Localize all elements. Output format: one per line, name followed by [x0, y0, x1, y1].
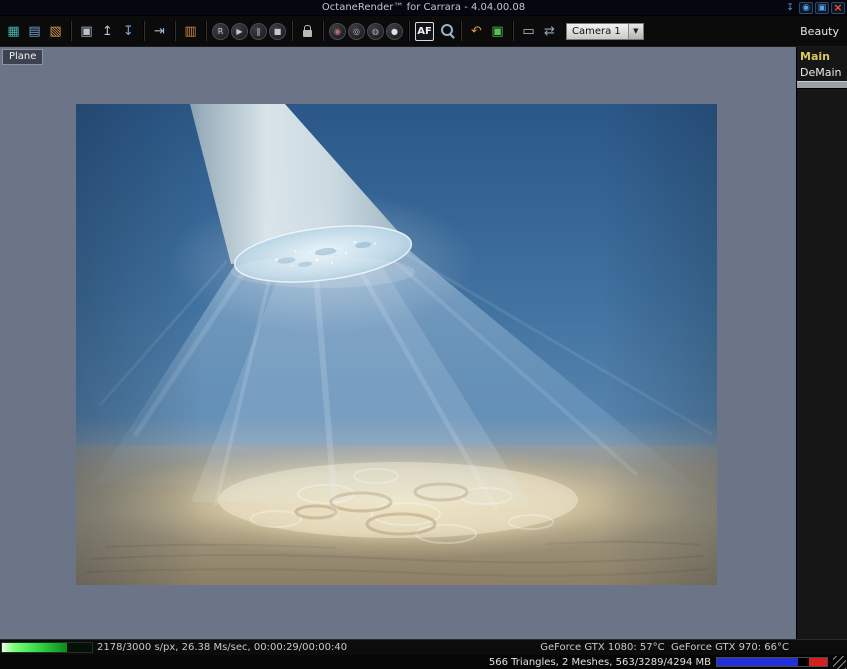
- render-progress-fill: [2, 643, 68, 652]
- gpu-temperature-text: GeForce GTX 1080: 57°C GeForce GTX 970: …: [540, 642, 789, 653]
- undo-icon[interactable]: ↶: [467, 22, 486, 41]
- chevron-down-icon[interactable]: ▼: [627, 23, 643, 39]
- export-scene-icon[interactable]: ⇥: [150, 22, 169, 41]
- mesh-stats-text: 566 Triangles, 2 Meshes, 563/3289/4294 M…: [488, 656, 711, 668]
- mag-glyph: [440, 24, 453, 36]
- material-library-icon[interactable]: ▥: [181, 22, 200, 41]
- window-controls: ↧ ◉ ▣ ×: [783, 1, 847, 14]
- camera-select[interactable]: Camera 1 ▼: [566, 22, 644, 40]
- close-icon[interactable]: ×: [831, 1, 845, 14]
- save-render-icon[interactable]: ▦: [4, 22, 23, 41]
- toolbar-separator: [174, 21, 176, 41]
- octane-render-window: OctaneRender™ for Carrara - 4.04.00.08 ↧…: [0, 0, 847, 669]
- stop-button[interactable]: ■: [269, 22, 286, 40]
- statusbar-memory: 566 Triangles, 2 Meshes, 563/3289/4294 M…: [0, 655, 847, 669]
- lock-resolution-icon[interactable]: [298, 22, 317, 41]
- toolbar: ▦ ▤ ▧ ▣ ↥ ↧ ⇥ ▥ R ▶ ‖ ■ ◉ ◎ ◍ ● AF ↶ ▣ ▭ ⇄ Camera 1 ▼ Beauty: [0, 16, 847, 47]
- statusbar-render: 2178/3000 s/px, 26.38 Ms/sec, 00:00:29/0…: [0, 639, 847, 655]
- toolbar-separator: [408, 21, 410, 41]
- reset-view-icon[interactable]: ⇄: [540, 22, 559, 41]
- toolbar-separator: [322, 21, 324, 41]
- copy-image-icon[interactable]: ▣: [77, 22, 96, 41]
- render-progress-bar: [1, 642, 93, 653]
- vram-usage-bar: [716, 657, 828, 667]
- vram-free-segment: [798, 658, 809, 666]
- pass-tab-demain[interactable]: DeMain: [797, 64, 847, 89]
- render-pass-label: Beauty: [800, 24, 839, 38]
- toolbar-separator: [460, 21, 462, 41]
- autofocus-toggle[interactable]: AF: [415, 21, 434, 41]
- toolbar-separator: [205, 21, 207, 41]
- render-image: [76, 104, 717, 585]
- copy-to-clipboard-icon[interactable]: ↥: [98, 22, 117, 41]
- clay-mode-icon[interactable]: ◉: [329, 22, 346, 40]
- titlebar: OctaneRender™ for Carrara - 4.04.00.08 ↧…: [0, 0, 847, 16]
- pin-icon[interactable]: ↧: [783, 2, 797, 14]
- play-button[interactable]: ▶: [231, 22, 248, 40]
- camera-select-value: Camera 1: [572, 25, 621, 37]
- pass-tab-main[interactable]: Main: [797, 48, 847, 64]
- pass-tab-main-label: Main: [800, 50, 830, 63]
- pause-button[interactable]: ‖: [250, 22, 267, 40]
- save-image-icon[interactable]: ▧: [46, 22, 65, 41]
- toolbar-separator: [70, 21, 72, 41]
- toolbar-separator: [512, 21, 514, 41]
- render-passes-sidebar: Main DeMain: [796, 47, 847, 639]
- environment-sphere-icon[interactable]: ●: [386, 22, 403, 40]
- zoom-tool-icon[interactable]: [436, 22, 455, 41]
- render-priority-icon[interactable]: ▤: [25, 22, 44, 41]
- toolbar-separator: [143, 21, 145, 41]
- record-button[interactable]: R: [212, 22, 229, 40]
- render-progress-text: 2178/3000 s/px, 26.38 Ms/sec, 00:00:29/0…: [97, 642, 348, 653]
- focus-picker-icon[interactable]: ◍: [367, 22, 384, 40]
- vram-used-segment: [717, 658, 799, 666]
- pass-demain-color-bar: [797, 81, 847, 89]
- pass-tab-demain-label: DeMain: [800, 66, 842, 79]
- eye-icon[interactable]: ◉: [799, 1, 813, 14]
- resize-grip[interactable]: [833, 655, 846, 669]
- lock-glyph: [303, 24, 312, 37]
- object-label-plane[interactable]: Plane: [2, 49, 44, 65]
- window-title: OctaneRender™ for Carrara - 4.04.00.08: [321, 2, 526, 13]
- material-picker-icon[interactable]: ◎: [348, 22, 365, 40]
- restore-window-icon[interactable]: ▣: [815, 1, 829, 14]
- picture-viewer-icon[interactable]: ▭: [519, 22, 538, 41]
- refresh-render-icon[interactable]: ▣: [488, 22, 507, 41]
- toolbar-icon-strip: ▦ ▤ ▧ ▣ ↥ ↧ ⇥ ▥ R ▶ ‖ ■ ◉ ◎ ◍ ● AF ↶ ▣ ▭ ⇄: [3, 21, 560, 41]
- vram-red-segment: [809, 658, 827, 666]
- paste-from-clipboard-icon[interactable]: ↧: [119, 22, 138, 41]
- toolbar-separator: [291, 21, 293, 41]
- viewport-area: Plane: [0, 47, 796, 639]
- main-area: Plane Main DeMain: [0, 47, 847, 639]
